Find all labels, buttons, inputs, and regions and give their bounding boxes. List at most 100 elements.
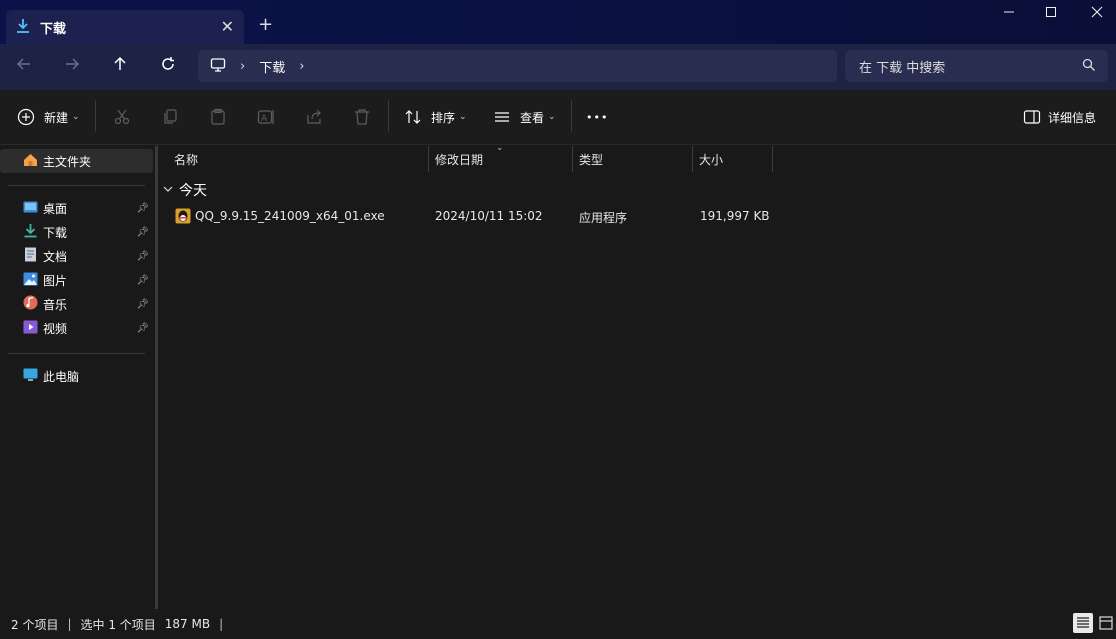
command-bar: 新建 ⌄ A 排序 ⌄ 查看 ⌄ ••• 详细信息 xyxy=(0,90,1116,145)
column-header-size[interactable]: 大小 xyxy=(699,146,723,172)
sort-icon xyxy=(403,107,423,127)
plus-circle-icon xyxy=(16,107,36,127)
view-button[interactable]: 查看 ⌄ xyxy=(492,107,556,127)
view-list-icon xyxy=(492,107,512,127)
chevron-down-icon: ⌄ xyxy=(459,112,467,122)
search-input[interactable]: 在 下载 中搜索 xyxy=(845,50,1108,82)
column-divider[interactable] xyxy=(692,146,693,172)
tab-downloads[interactable]: 下载 ✕ xyxy=(6,10,244,44)
pin-icon: 📌︎ xyxy=(136,202,149,214)
sidebar-item-videos[interactable]: 视频 📌︎ xyxy=(23,318,153,338)
file-type: 应用程序 xyxy=(579,211,628,225)
chevron-down-icon: ⌄ xyxy=(548,112,556,122)
sidebar-item-pictures[interactable]: 图片 📌︎ xyxy=(23,270,153,290)
pictures-icon xyxy=(23,272,38,289)
download-icon xyxy=(23,223,38,241)
document-icon xyxy=(23,247,38,265)
pane-splitter[interactable] xyxy=(155,146,158,609)
computer-icon xyxy=(23,368,38,385)
status-separator: | xyxy=(219,617,224,631)
home-icon xyxy=(23,153,38,170)
svg-text:A: A xyxy=(261,114,268,124)
qq-app-icon xyxy=(175,208,191,227)
refresh-button[interactable] xyxy=(158,56,178,76)
tiles-view-button[interactable] xyxy=(1096,613,1116,633)
download-icon xyxy=(16,18,30,37)
breadcrumb-downloads[interactable]: 下载 xyxy=(259,57,285,76)
file-row[interactable]: QQ_9.9.15_241009_x64_01.exe 2024/10/11 1… xyxy=(160,205,772,227)
desktop-icon xyxy=(23,200,38,217)
forward-button[interactable] xyxy=(62,56,82,76)
sidebar-divider xyxy=(8,353,145,354)
close-button[interactable] xyxy=(1074,6,1116,22)
column-header-name[interactable]: 名称 xyxy=(174,146,198,172)
refresh-icon xyxy=(162,57,174,70)
tab-title: 下载 xyxy=(40,21,67,37)
column-divider[interactable] xyxy=(772,146,773,172)
chevron-right-icon: › xyxy=(240,58,246,74)
item-count: 2 个项目 xyxy=(11,617,59,632)
paste-button[interactable] xyxy=(208,107,228,127)
search-icon[interactable] xyxy=(1082,58,1096,76)
address-bar[interactable]: › 下载 › xyxy=(198,50,837,82)
sidebar-divider xyxy=(8,185,145,186)
sidebar-item-music[interactable]: 音乐 📌︎ xyxy=(23,294,153,314)
view-label: 查看 xyxy=(520,110,545,125)
chevron-right-icon[interactable]: › xyxy=(299,59,304,74)
sidebar-item-label: 此电脑 xyxy=(43,369,80,384)
arrow-up-icon xyxy=(114,56,126,70)
column-divider[interactable] xyxy=(428,146,429,172)
file-size: 191,997 KB xyxy=(700,209,770,223)
sidebar-item-label: 主文件夹 xyxy=(43,154,92,169)
delete-button[interactable] xyxy=(352,107,372,127)
cut-button[interactable] xyxy=(112,107,132,127)
arrow-left-icon xyxy=(16,58,30,70)
tab-close-button[interactable]: ✕ xyxy=(221,17,234,36)
back-button[interactable] xyxy=(14,56,34,76)
trash-icon xyxy=(352,107,372,127)
navigation-pane: 主文件夹 桌面 📌︎ 下载 📌︎ 文档 📌︎ 图片 📌︎ 音乐 📌︎ 视频 📌︎… xyxy=(0,146,155,609)
toolbar-divider xyxy=(571,100,572,132)
up-button[interactable] xyxy=(110,56,130,76)
maximize-button[interactable] xyxy=(1028,6,1074,22)
sidebar-item-downloads[interactable]: 下载 📌︎ xyxy=(23,222,153,242)
clipboard-icon xyxy=(208,107,228,127)
toolbar-divider xyxy=(388,100,389,132)
details-pane-icon xyxy=(1022,107,1042,127)
details-view-icon xyxy=(1077,617,1089,628)
new-label: 新建 xyxy=(44,110,69,125)
group-header-today[interactable]: 今天 xyxy=(163,180,207,200)
arrow-right-icon xyxy=(66,58,80,70)
minimize-button[interactable] xyxy=(986,6,1032,22)
more-options-button[interactable]: ••• xyxy=(586,107,608,127)
selected-count: 选中 1 个项目 xyxy=(80,617,156,632)
video-icon xyxy=(23,320,38,337)
share-button[interactable] xyxy=(304,107,324,127)
new-tab-button[interactable]: + xyxy=(258,14,273,35)
new-button[interactable]: 新建 ⌄ xyxy=(16,107,80,127)
sidebar-item-label: 下载 xyxy=(43,225,68,240)
pin-icon: 📌︎ xyxy=(136,298,149,310)
search-placeholder: 在 下载 中搜索 xyxy=(859,60,946,76)
toolbar-divider xyxy=(95,100,96,132)
sidebar-item-home[interactable]: 主文件夹 xyxy=(0,149,153,173)
file-modified: 2024/10/11 15:02 xyxy=(435,209,543,223)
music-icon xyxy=(23,295,38,313)
sidebar-item-documents[interactable]: 文档 📌︎ xyxy=(23,246,153,266)
copy-button[interactable] xyxy=(160,107,180,127)
group-label: 今天 xyxy=(179,183,207,199)
details-view-button[interactable] xyxy=(1073,613,1093,633)
details-pane-button[interactable]: 详细信息 xyxy=(1022,107,1096,127)
chevron-down-icon xyxy=(163,185,173,196)
sidebar-item-this-pc[interactable]: 此电脑 xyxy=(23,366,153,386)
computer-icon xyxy=(210,57,226,76)
column-header-modified[interactable]: 修改日期 xyxy=(435,146,483,172)
share-icon xyxy=(304,107,324,127)
pin-icon: 📌︎ xyxy=(136,226,149,238)
column-divider[interactable] xyxy=(572,146,573,172)
sidebar-item-desktop[interactable]: 桌面 📌︎ xyxy=(23,198,153,218)
rename-button[interactable]: A xyxy=(256,107,276,127)
pin-icon: 📌︎ xyxy=(136,250,149,262)
column-header-type[interactable]: 类型 xyxy=(579,146,603,172)
sort-button[interactable]: 排序 ⌄ xyxy=(403,107,467,127)
